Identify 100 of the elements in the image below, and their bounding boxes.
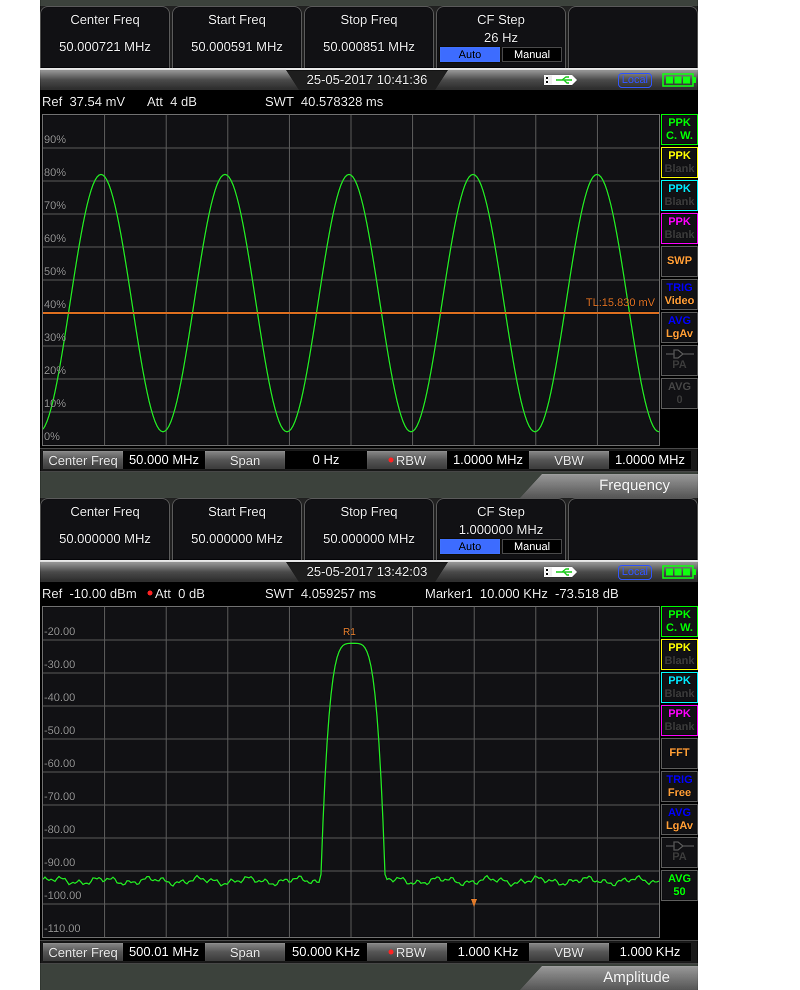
indicator-value: Video xyxy=(664,294,694,308)
asterisk-icon xyxy=(388,457,394,463)
indicator-value: C. W. xyxy=(666,130,693,142)
indicator-value: C. W. xyxy=(666,622,693,634)
axis-label: -30.00 xyxy=(44,659,76,672)
softkey[interactable]: Start Freq 50.000000 MHz xyxy=(172,498,302,560)
amplifier-icon xyxy=(666,349,694,359)
parameter-value: 50.000 KHz xyxy=(285,943,367,961)
parameter-value: 500.01 MHz xyxy=(123,943,205,961)
softkey[interactable]: Center Freq 50.000000 MHz xyxy=(40,498,170,560)
side-indicator[interactable]: TRIG Free xyxy=(661,771,698,802)
softkey-value: 50.000721 MHz xyxy=(59,39,151,54)
side-indicator[interactable]: AVG LgAv xyxy=(661,312,698,343)
axis-label: -70.00 xyxy=(44,791,76,804)
indicator-title: TRIG xyxy=(666,282,693,294)
asterisk-icon xyxy=(147,590,153,596)
softkey-label: Center Freq xyxy=(70,12,140,27)
remote-status: Local xyxy=(618,72,652,88)
date-time: 25-05-2017 10:41:36 xyxy=(286,70,448,90)
mode-option[interactable]: Manual xyxy=(502,47,562,62)
battery-icon xyxy=(662,565,696,579)
parameter-button[interactable]: RBW xyxy=(367,943,447,961)
indicator-title: PPK xyxy=(668,708,691,720)
softkey-value: 50.000000 MHz xyxy=(191,531,283,546)
mode-option[interactable]: Auto xyxy=(440,539,500,554)
axis-label: -90.00 xyxy=(44,857,76,870)
measurement-info: SWT 4.059257 ms xyxy=(265,586,378,600)
softkey[interactable]: Center Freq 50.000721 MHz xyxy=(40,6,170,68)
softkey[interactable] xyxy=(568,6,698,68)
axis-label: -110.00 xyxy=(44,923,80,936)
indicator-title: AVG xyxy=(668,872,692,886)
softkey-label: Stop Freq xyxy=(340,504,398,519)
softkey-value: 1.000000 MHz xyxy=(458,522,544,537)
side-indicator[interactable]: AVG LgAv xyxy=(661,804,698,835)
measurement-info: Marker1 10.000 KHz -73.518 dB xyxy=(425,586,619,600)
parameter-value: 0 Hz xyxy=(285,451,367,469)
indicator-title: AVG xyxy=(668,314,692,328)
side-indicator[interactable]: PPK C. W. xyxy=(661,606,698,637)
parameter-button[interactable]: Span xyxy=(205,943,285,961)
measurement-info: SWT 40.578328 ms xyxy=(265,94,384,108)
indicator-title: SWP xyxy=(666,255,692,268)
softkey[interactable]: Stop Freq 50.000851 MHz xyxy=(304,6,434,68)
softkey-value: 50.000000 MHz xyxy=(323,531,415,546)
axis-label: 50% xyxy=(44,266,66,279)
softkey[interactable]: CF Step 1.000000 MHz Auto Manual xyxy=(436,498,566,560)
axis-label: 70% xyxy=(44,200,66,213)
side-indicator[interactable]: TRIG Video xyxy=(661,279,698,310)
remote-status: Local xyxy=(618,564,652,580)
softkey-value: 50.000591 MHz xyxy=(191,39,283,54)
axis-label: -80.00 xyxy=(44,824,76,837)
side-indicator[interactable]: FFT xyxy=(661,738,698,769)
parameter-value: 1.000 KHz xyxy=(447,943,529,961)
indicator-title: PPK xyxy=(668,116,691,130)
usb-icon xyxy=(544,74,578,86)
softkey[interactable]: Stop Freq 50.000000 MHz xyxy=(304,498,434,560)
asterisk-icon xyxy=(388,949,394,955)
softkey-value: 26 Hz xyxy=(484,30,518,45)
softkey[interactable]: Start Freq 50.000591 MHz xyxy=(172,6,302,68)
indicator-title: PPK xyxy=(668,674,691,688)
axis-label: -20.00 xyxy=(44,626,76,639)
mode-option[interactable]: Manual xyxy=(502,539,562,554)
axis-label: -100.00 xyxy=(44,890,82,903)
indicator-title: PPK xyxy=(668,608,691,622)
date-time: 25-05-2017 13:42:03 xyxy=(286,562,448,582)
softkey-value: 50.000000 MHz xyxy=(59,531,151,546)
axis-label: 60% xyxy=(44,233,66,246)
axis-label: 80% xyxy=(44,167,66,180)
indicator-title: PPK xyxy=(668,150,691,162)
battery-icon xyxy=(662,73,696,87)
parameter-button[interactable]: Center Freq xyxy=(43,451,123,469)
indicator-title: PPK xyxy=(668,182,691,196)
indicator-title: FFT xyxy=(669,747,690,760)
axis-label: -50.00 xyxy=(44,725,76,738)
softkey[interactable]: CF Step 26 Hz Auto Manual xyxy=(436,6,566,68)
side-indicator[interactable]: AVG 50 xyxy=(661,870,698,901)
softkey-label: Stop Freq xyxy=(340,12,398,27)
parameter-value: 1.000 KHz xyxy=(609,943,691,961)
mode-option[interactable]: Auto xyxy=(440,47,500,62)
side-indicator[interactable]: SWP xyxy=(661,246,698,277)
parameter-value: 1.0000 MHz xyxy=(609,451,691,469)
indicator-value: LgAv xyxy=(666,328,694,340)
usb-icon xyxy=(544,566,578,578)
parameter-button[interactable]: Span xyxy=(205,451,285,469)
axis-label: 40% xyxy=(44,299,66,312)
amplifier-icon xyxy=(666,841,694,851)
softkey-label: Start Freq xyxy=(208,504,266,519)
parameter-button[interactable]: Center Freq xyxy=(43,943,123,961)
marker-icon xyxy=(471,899,477,907)
softkey[interactable] xyxy=(568,498,698,560)
parameter-button[interactable]: RBW xyxy=(367,451,447,469)
parameter-button[interactable]: VBW xyxy=(529,943,609,961)
measurement-info: Ref 37.54 mV xyxy=(42,94,126,108)
parameter-button[interactable]: VBW xyxy=(529,451,609,469)
softkey-label: Start Freq xyxy=(208,12,266,27)
side-indicator[interactable]: PPK C. W. xyxy=(661,114,698,145)
axis-label: 90% xyxy=(44,134,66,147)
parameter-value: 50.000 MHz xyxy=(123,451,205,469)
softkey-label: CF Step xyxy=(477,504,525,519)
indicator-title: AVG xyxy=(668,806,692,820)
indicator-title: PPK xyxy=(668,216,691,228)
